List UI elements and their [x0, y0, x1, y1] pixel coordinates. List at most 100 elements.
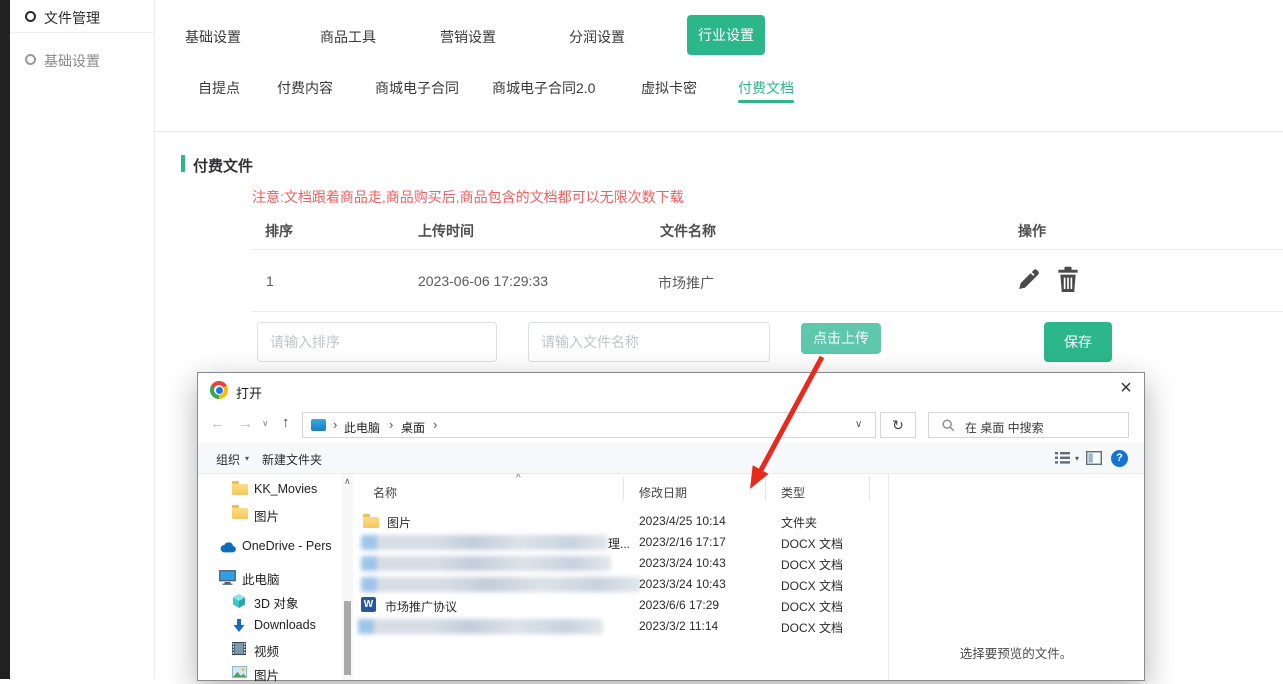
file-type: DOCX 文档 [781, 535, 843, 552]
nav-item-label: 图片 [254, 510, 279, 524]
file-col-date[interactable]: 修改日期 [639, 484, 687, 501]
edit-icon[interactable] [1016, 266, 1040, 292]
word-doc-icon: W [361, 597, 376, 612]
videos-icon [232, 642, 246, 655]
organize-caret-icon: ▾ [245, 454, 249, 463]
nav-item-onedrive[interactable]: OneDrive - Pers [219, 539, 332, 553]
this-pc-icon [219, 570, 236, 585]
nav-item-pictures[interactable]: 图片 [232, 665, 279, 684]
sidebar-item-basic-settings[interactable]: 基础设置 [10, 51, 155, 81]
sidebar-item-label: 基础设置 [44, 51, 100, 71]
file-type: 文件夹 [781, 514, 817, 531]
tab-paid-content[interactable]: 付费内容 [277, 78, 333, 98]
column-separator [623, 477, 624, 501]
this-pc-icon [311, 419, 326, 431]
downloads-icon [233, 619, 245, 633]
file-type: DOCX 文档 [781, 619, 843, 636]
tab-industry-settings-active[interactable]: 行业设置 [687, 15, 765, 55]
file-open-dialog: 打开 × ← → ∨ ↑ › 此电脑 › 桌面 › ∨ ↻ 在 桌面 中搜索 组… [197, 372, 1145, 681]
search-box[interactable]: 在 桌面 中搜索 [928, 412, 1129, 438]
refresh-icon[interactable]: ↻ [880, 412, 916, 438]
address-dropdown-icon[interactable]: ∨ [855, 419, 862, 430]
view-mode-icon[interactable] [1055, 451, 1070, 465]
address-bar[interactable]: › 此电脑 › 桌面 › ∨ [302, 412, 876, 438]
file-row[interactable]: 图片 2023/4/25 10:14 文件夹 [353, 512, 883, 533]
scrollbar-thumb[interactable] [344, 601, 351, 675]
dialog-title: 打开 [236, 383, 262, 402]
folder-icon [232, 508, 248, 519]
tab-virtual-card[interactable]: 虚拟卡密 [641, 78, 697, 98]
tab-basic-settings[interactable]: 基础设置 [185, 27, 241, 47]
back-icon[interactable]: ← [210, 415, 225, 432]
nav-item-pictures-folder[interactable]: 图片 [232, 506, 279, 525]
new-folder-button[interactable]: 新建文件夹 [262, 451, 322, 468]
file-col-name[interactable]: 名称 [373, 484, 397, 501]
file-type: DOCX 文档 [781, 577, 843, 594]
forward-icon[interactable]: → [238, 415, 253, 432]
recent-locations-icon[interactable]: ∨ [262, 418, 269, 429]
upload-button[interactable]: 点击上传 [801, 323, 881, 354]
nav-item-label: OneDrive - Pers [242, 539, 332, 553]
file-date: 2023/3/24 10:43 [639, 556, 726, 570]
column-separator [765, 477, 766, 501]
file-row[interactable]: 理... 2023/2/16 17:17 DOCX 文档 [353, 533, 883, 554]
3d-objects-icon [232, 594, 246, 608]
table-divider [252, 311, 1283, 312]
breadcrumb-separator: › [389, 417, 393, 432]
onedrive-icon [219, 542, 237, 553]
pictures-icon [232, 666, 247, 678]
page: 文件管理 基础设置 基础设置 商品工具 营销设置 分润设置 行业设置 自提点 付… [0, 0, 1283, 679]
nav-item-kk-movies[interactable]: KK_Movies [232, 482, 317, 496]
nav-item-this-pc[interactable]: 此电脑 [219, 569, 280, 588]
column-separator [869, 477, 870, 501]
sidebar-divider [10, 32, 155, 33]
nav-item-label: 图片 [254, 669, 279, 683]
sort-input[interactable] [257, 322, 497, 362]
file-row-market-promotion[interactable]: W 市场推广协议 2023/6/6 17:29 DOCX 文档 [353, 596, 883, 617]
view-mode-caret-icon[interactable]: ▾ [1075, 454, 1079, 463]
scroll-up-icon[interactable]: ∧ [344, 476, 351, 487]
file-date: 2023/4/25 10:14 [639, 514, 726, 528]
preview-pane-icon[interactable] [1086, 451, 1102, 465]
breadcrumb-desktop[interactable]: 桌面 [401, 419, 425, 436]
close-icon[interactable]: × [1110, 375, 1142, 403]
tab-mall-econtract-2[interactable]: 商城电子合同2.0 [492, 78, 595, 98]
active-tab-underline [738, 100, 794, 103]
redacted-file-name [361, 577, 641, 592]
app-sidebar: 文件管理 基础设置 [10, 0, 155, 679]
file-type: DOCX 文档 [781, 556, 843, 573]
nav-item-label: 视频 [254, 645, 279, 659]
breadcrumb-this-pc[interactable]: 此电脑 [344, 419, 380, 436]
col-header-upload-time: 上传时间 [418, 221, 474, 241]
nav-item-videos[interactable]: 视频 [232, 641, 279, 660]
file-row[interactable]: 2023/3/24 10:43 DOCX 文档 [353, 554, 883, 575]
nav-item-3d-objects[interactable]: 3D 对象 [232, 593, 298, 612]
file-col-type[interactable]: 类型 [781, 484, 805, 501]
save-button[interactable]: 保存 [1044, 322, 1112, 362]
organize-button[interactable]: 组织 [216, 451, 240, 468]
nav-item-label: 3D 对象 [254, 597, 298, 611]
breadcrumb-separator: › [433, 417, 437, 432]
tab-profit-settings[interactable]: 分润设置 [569, 27, 625, 47]
tab-product-tools[interactable]: 商品工具 [320, 27, 376, 47]
folder-icon [232, 484, 248, 495]
nav-item-label: 此电脑 [242, 573, 280, 587]
delete-icon[interactable] [1056, 266, 1080, 294]
file-row[interactable]: 2023/3/24 10:43 DOCX 文档 [353, 575, 883, 596]
folder-icon [363, 517, 379, 528]
nav-item-label: KK_Movies [254, 482, 317, 496]
tab-mall-econtract[interactable]: 商城电子合同 [375, 78, 459, 98]
tab-marketing-settings[interactable]: 营销设置 [440, 27, 496, 47]
redacted-file-name [361, 556, 611, 571]
nav-item-downloads[interactable]: Downloads [232, 618, 316, 632]
tab-pickup-point[interactable]: 自提点 [198, 78, 240, 98]
file-name-input[interactable] [528, 322, 770, 362]
help-icon[interactable]: ? [1111, 450, 1128, 467]
tab-paid-docs-active[interactable]: 付费文档 [738, 78, 794, 98]
section-accent-bar [181, 155, 185, 172]
sidebar-item-label: 文件管理 [44, 8, 100, 28]
file-row[interactable]: 2023/3/2 11:14 DOCX 文档 [353, 617, 883, 638]
search-placeholder: 在 桌面 中搜索 [965, 419, 1044, 436]
up-icon[interactable]: ↑ [282, 414, 290, 431]
sidebar-item-file-management[interactable]: 文件管理 [10, 8, 155, 38]
